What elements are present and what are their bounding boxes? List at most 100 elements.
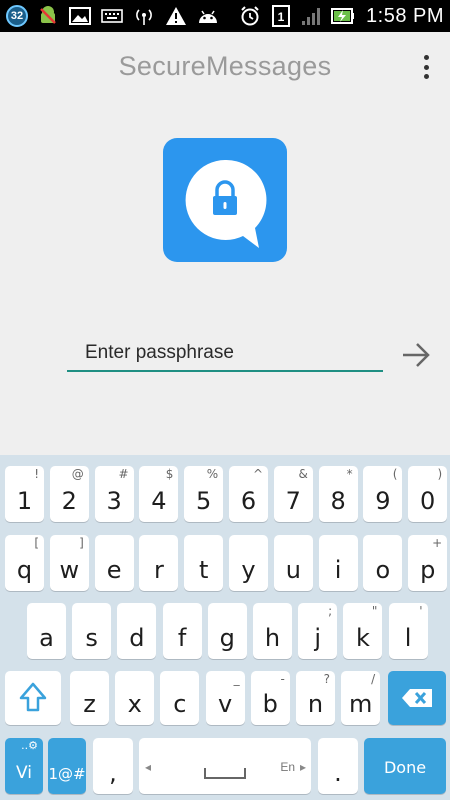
key-9[interactable]: (9: [363, 466, 403, 522]
key-t[interactable]: t: [184, 535, 224, 591]
key-label: p: [420, 556, 436, 584]
key-q[interactable]: [q: [5, 535, 44, 591]
key-label: k: [355, 624, 370, 652]
key-f[interactable]: f: [162, 603, 202, 659]
key-hint: _: [233, 672, 240, 686]
menu-dot-icon: [423, 64, 429, 70]
key-l[interactable]: ' l: [388, 603, 428, 659]
key-label: z: [83, 690, 96, 718]
done-key[interactable]: Done: [364, 738, 446, 794]
key-label: l: [404, 624, 412, 652]
key-hint: ): [437, 467, 443, 481]
status-time: 1:58 PM: [366, 4, 444, 27]
key-5[interactable]: % 5: [184, 466, 224, 522]
key-label: j: [314, 624, 322, 652]
symbols-key[interactable]: 1@#: [48, 738, 86, 794]
key-label: h: [264, 624, 281, 652]
key-label: f: [177, 624, 187, 652]
wifi-hotspot-icon: [132, 4, 156, 28]
language-key[interactable]: ..⚙ Vi: [5, 738, 43, 794]
app-bar: SecureMessages: [0, 32, 450, 104]
menu-dot-icon: [423, 55, 429, 60]
key-u[interactable]: u: [273, 535, 313, 591]
key-label: o: [375, 556, 391, 584]
key-y[interactable]: y: [229, 535, 268, 591]
backspace-key[interactable]: [388, 671, 446, 725]
overflow-menu-button[interactable]: [414, 52, 438, 82]
key-2[interactable]: @2: [49, 466, 89, 522]
key-s[interactable]: s: [72, 603, 112, 659]
key-b[interactable]: -b: [250, 671, 290, 725]
key-z[interactable]: z: [70, 671, 109, 725]
key-g[interactable]: g: [207, 603, 247, 659]
svg-text:1: 1: [278, 10, 285, 24]
key-0[interactable]: ) 0: [408, 466, 448, 522]
key-hint: ;: [328, 604, 333, 618]
key-r[interactable]: r: [139, 535, 179, 591]
key-label: 3: [106, 487, 122, 515]
key-6[interactable]: ^ 6: [229, 466, 268, 522]
language-key-label: Vi: [16, 763, 32, 783]
shift-key[interactable]: [5, 671, 61, 725]
key-7[interactable]: & 7: [273, 466, 313, 522]
space-language-label: En: [280, 760, 295, 774]
key-hint: %: [206, 467, 219, 481]
passphrase-input[interactable]: [67, 336, 383, 372]
key-w[interactable]: ] w: [49, 535, 89, 591]
key-p[interactable]: + p: [408, 535, 448, 591]
period-key[interactable]: .: [318, 738, 358, 794]
key-c[interactable]: c: [160, 671, 200, 725]
done-key-label: Done: [383, 758, 427, 777]
key-hint: (: [392, 467, 398, 481]
key-label: v: [217, 690, 233, 718]
key-hint: -: [280, 672, 285, 686]
key-v[interactable]: _ v: [205, 671, 245, 725]
alarm-icon: [238, 4, 262, 28]
key-n[interactable]: ? n: [296, 671, 335, 725]
notification-count-badge: 32: [6, 5, 28, 27]
key-m[interactable]: / m: [341, 671, 381, 725]
key-4[interactable]: $4: [139, 466, 179, 522]
android-debug-icon: [36, 4, 60, 28]
submit-arrow-button[interactable]: [398, 338, 434, 372]
key-label: i: [334, 556, 342, 584]
key-hint: [: [34, 536, 39, 550]
key-label: n: [307, 690, 324, 718]
key-x[interactable]: x: [115, 671, 155, 725]
menu-dot-icon: [423, 74, 429, 79]
key-label: d: [129, 624, 145, 652]
key-label: e: [106, 556, 122, 584]
backspace-icon: [402, 689, 432, 707]
key-3[interactable]: #3: [94, 466, 134, 522]
key-o[interactable]: o: [363, 535, 403, 591]
key-label: u: [285, 556, 301, 584]
key-hint: &: [298, 467, 308, 481]
key-hint: ': [419, 604, 423, 618]
language-key-hint: ..⚙: [21, 739, 38, 752]
key-h[interactable]: h: [253, 603, 292, 659]
signal-strength-icon: [300, 4, 324, 28]
key-j[interactable]: ; j: [298, 603, 338, 659]
key-label: 0: [420, 487, 436, 515]
battery-charging-icon: [331, 4, 355, 28]
key-label: r: [153, 556, 164, 584]
comma-key-label: ,: [109, 759, 117, 787]
key-a[interactable]: a: [27, 603, 66, 659]
space-left-arrow: ◂: [145, 760, 152, 774]
key-label: w: [59, 556, 80, 584]
key-e[interactable]: e: [94, 535, 134, 591]
comma-key[interactable]: ,: [93, 738, 133, 794]
key-hint: $: [165, 467, 174, 481]
space-key[interactable]: ◂ En ▸: [139, 738, 311, 794]
sim-slot-icon: 1: [269, 4, 293, 28]
key-label: b: [262, 690, 278, 718]
key-8[interactable]: * 8: [318, 466, 358, 522]
key-hint: #: [118, 467, 129, 481]
space-right-arrow: ▸: [299, 760, 306, 774]
key-k[interactable]: " k: [343, 603, 383, 659]
key-i[interactable]: i: [318, 535, 358, 591]
key-d[interactable]: d: [117, 603, 157, 659]
key-hint: *: [346, 467, 353, 481]
key-label: s: [85, 624, 98, 652]
key-1[interactable]: ! 1: [5, 466, 44, 522]
